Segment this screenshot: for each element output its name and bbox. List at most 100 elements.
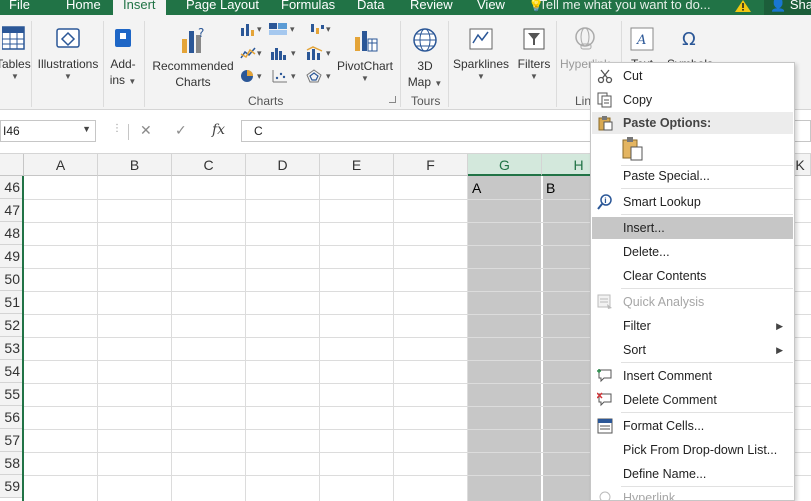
row-header-48[interactable]: 48 [0, 222, 24, 245]
line-chart-icon[interactable] [240, 46, 256, 60]
filter-icon [523, 28, 545, 50]
menu-item-copy-label: Copy [623, 93, 653, 107]
sparklines-button[interactable]: Sparklines ▼ [452, 25, 510, 82]
row-header-52[interactable]: 52 [0, 314, 24, 337]
pivotchart-icon [355, 31, 378, 52]
row-header-58[interactable]: 58 [0, 452, 24, 475]
menu-item-paste-special[interactable]: Paste Special... [592, 165, 793, 187]
waterfall-chart-icon[interactable] [310, 22, 326, 36]
menu-item-delete-comment[interactable]: Delete Comment [592, 389, 793, 411]
tell-me-search[interactable]: 💡 Tell me what you want to do... [528, 0, 711, 13]
statistic-chart-icon[interactable] [270, 46, 290, 60]
chevron-down-icon[interactable]: ▾ [257, 24, 262, 35]
group-label-tours: Tours [411, 94, 441, 108]
filters-button[interactable]: Filters ▼ [514, 25, 554, 82]
recommended-charts-button[interactable]: ? Recommended Charts [150, 25, 236, 90]
tab-review[interactable]: Review [410, 0, 453, 12]
share-button[interactable]: 👤 Share [764, 0, 811, 15]
addins-label-line1: Add- [110, 57, 136, 71]
3d-map-label-2: Map [407, 75, 432, 89]
paste-button[interactable] [621, 137, 645, 163]
name-box[interactable]: I46 ▼ [0, 120, 96, 142]
sparklines-icon [469, 28, 493, 50]
pie-chart-icon[interactable] [240, 69, 256, 83]
row-header-49[interactable]: 49 [0, 245, 24, 268]
column-header-a[interactable]: A [24, 154, 98, 176]
chevron-down-icon: ▼ [11, 72, 19, 81]
chevron-down-icon[interactable]: ▾ [291, 71, 296, 82]
column-header-c[interactable]: C [172, 154, 246, 176]
hierarchy-chart-icon[interactable] [268, 22, 288, 36]
menu-item-smart-lookup[interactable]: i Smart Lookup [592, 191, 793, 213]
menu-item-insert-comment[interactable]: Insert Comment [592, 365, 793, 387]
column-chart-icon[interactable] [240, 22, 256, 36]
chevron-down-icon[interactable]: ▾ [326, 71, 331, 82]
menu-item-cut[interactable]: Cut [592, 65, 793, 87]
radar-chart-icon[interactable] [306, 69, 322, 83]
column-header-b[interactable]: B [98, 154, 172, 176]
menu-item-delete[interactable]: Delete... [592, 241, 793, 263]
enter-icon[interactable]: ✓ [175, 122, 187, 139]
row-header-47[interactable]: 47 [0, 199, 24, 222]
charts-dialog-launcher[interactable] [389, 96, 396, 103]
menu-item-clear-contents-label: Clear Contents [623, 269, 707, 283]
row-header-53[interactable]: 53 [0, 337, 24, 360]
insert-function-icon[interactable]: fx [212, 122, 225, 138]
warning-icon[interactable] [735, 0, 751, 12]
svg-text:?: ? [198, 26, 204, 40]
illustrations-button[interactable]: Illustrations ▼ [36, 25, 100, 82]
chevron-down-icon[interactable]: ▾ [291, 48, 296, 59]
row-header-50[interactable]: 50 [0, 268, 24, 291]
chevron-down-icon[interactable]: ▾ [326, 48, 331, 59]
chevron-down-icon[interactable]: ▼ [82, 124, 91, 134]
menu-item-insert[interactable]: Insert... [592, 217, 793, 239]
chevron-down-icon[interactable]: ▾ [257, 48, 262, 59]
tab-home[interactable]: Home [66, 0, 101, 12]
tab-insert[interactable]: Insert [113, 0, 166, 15]
addins-label-line2: ins [109, 73, 126, 87]
chevron-down-icon: ▼ [434, 79, 443, 88]
menu-item-sort[interactable]: Sort ▶ [592, 339, 793, 361]
menu-item-define-name[interactable]: Define Name... [592, 463, 793, 485]
row-header-51[interactable]: 51 [0, 291, 24, 314]
column-header-d[interactable]: D [246, 154, 320, 176]
menu-item-pick-dropdown[interactable]: Pick From Drop-down List... [592, 439, 793, 461]
pivotchart-button[interactable]: PivotChart ▼ [334, 25, 396, 84]
column-header-g[interactable]: G [468, 154, 542, 176]
link-icon [575, 27, 595, 50]
menu-item-format-cells[interactable]: Format Cells... [592, 415, 793, 437]
cell-g46[interactable]: A [472, 180, 481, 196]
select-all-corner[interactable] [0, 154, 24, 176]
tables-button[interactable]: Tables ▼ [0, 25, 31, 82]
menu-item-copy[interactable]: Copy [592, 89, 793, 111]
menu-item-clear-contents[interactable]: Clear Contents [592, 265, 793, 287]
tab-page-layout[interactable]: Page Layout [186, 0, 259, 12]
tab-data[interactable]: Data [357, 0, 384, 12]
addins-button[interactable]: Add- ins ▼ [106, 25, 140, 90]
3d-map-button[interactable]: 3D Map ▼ [405, 25, 445, 92]
tab-file[interactable]: File [9, 0, 30, 12]
3d-map-label-1: 3D [417, 59, 433, 73]
cancel-icon[interactable]: ✕ [140, 122, 152, 139]
row-header-57[interactable]: 57 [0, 429, 24, 452]
name-box-value: I46 [3, 124, 20, 138]
menu-item-filter[interactable]: Filter ▶ [592, 315, 793, 337]
chevron-down-icon[interactable]: ▾ [326, 24, 331, 35]
combo-chart-icon[interactable] [306, 46, 324, 60]
chevron-down-icon[interactable]: ▾ [290, 24, 295, 35]
drag-handle-icon[interactable]: ⋮ [112, 123, 122, 134]
cell-h46[interactable]: B [546, 180, 555, 196]
row-header-54[interactable]: 54 [0, 360, 24, 383]
column-header-f[interactable]: F [394, 154, 468, 176]
row-header-59[interactable]: 59 [0, 475, 24, 498]
row-header-55[interactable]: 55 [0, 383, 24, 406]
row-header-56[interactable]: 56 [0, 406, 24, 429]
chevron-down-icon[interactable]: ▾ [257, 71, 262, 82]
clipboard-icon [598, 116, 613, 131]
tab-view[interactable]: View [477, 0, 505, 12]
scatter-chart-icon[interactable] [272, 69, 288, 83]
row-header-46[interactable]: 46 [0, 176, 24, 199]
tab-formulas[interactable]: Formulas [281, 0, 335, 12]
column-header-e[interactable]: E [320, 154, 394, 176]
menu-item-define-name-label: Define Name... [623, 467, 707, 481]
